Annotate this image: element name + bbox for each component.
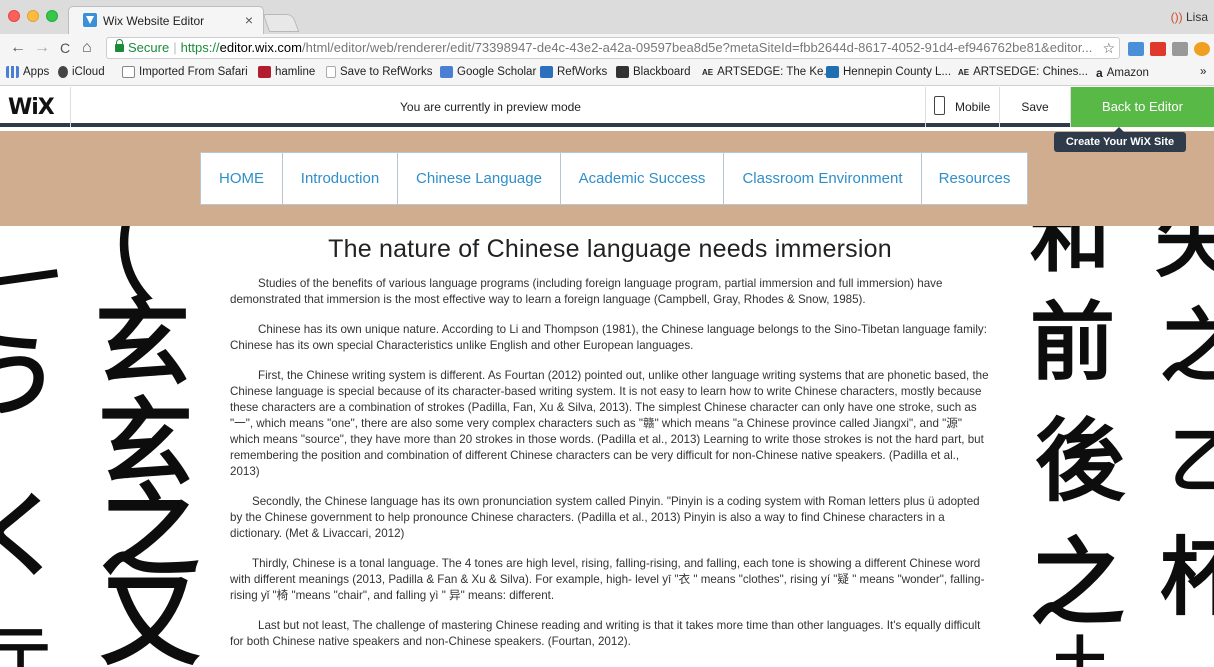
- article: The nature of Chinese language needs imm…: [230, 226, 990, 650]
- bookmark-amazon[interactable]: a Amazon: [1096, 66, 1149, 80]
- paragraph-tonal-language: Thirdly, Chinese is a tonal language. Th…: [230, 557, 985, 602]
- calligraphy-stroke-right-2: 土: [1050, 631, 1110, 667]
- reload-icon[interactable]: C: [60, 40, 70, 56]
- nav-classroom-environment[interactable]: Classroom Environment: [724, 153, 922, 204]
- new-tab-button[interactable]: [262, 14, 300, 32]
- artsedge-icon: AE: [702, 67, 714, 77]
- bookmark-imported-from-safari[interactable]: Imported From Safari: [122, 66, 248, 78]
- page-content: 一 乀 玄 う 玄 之 く 又 亍 The nature of Chinese …: [0, 226, 1214, 667]
- calligraphy-glyph-right-7: 杯: [1160, 528, 1214, 628]
- nav-introduction[interactable]: Introduction: [283, 153, 398, 204]
- address-bar[interactable]: Secure | https://editor.wix.com/html/edito…: [106, 37, 1120, 59]
- bookmark-star-icon[interactable]: ☆: [1102, 38, 1115, 58]
- extension-new-icon[interactable]: [1150, 42, 1166, 56]
- calligraphy-stroke-right-1: 乙: [1170, 419, 1214, 502]
- calligraphy-stroke-left-4: く: [0, 483, 65, 589]
- paragraph-writing-system: First, the Chinese writing system is dif…: [230, 369, 989, 478]
- secure-label: Secure: [128, 40, 170, 55]
- profile-name: Lisa: [1185, 10, 1208, 24]
- bookmark-artsedge-kennedy[interactable]: AE ARTSEDGE: The Ke...: [702, 66, 833, 78]
- scholar-icon: [440, 66, 453, 78]
- paragraph-immersion-benefits: Studies of the benefits of various langu…: [230, 277, 943, 306]
- create-site-tooltip[interactable]: Create Your WiX Site: [1054, 127, 1186, 152]
- home-icon[interactable]: ⌂: [82, 39, 92, 57]
- paragraph-pinyin: Secondly, the Chinese language has its o…: [230, 495, 980, 540]
- maximize-window-button[interactable]: [46, 10, 58, 22]
- calligraphy-glyph-right-6: 之: [1030, 528, 1126, 639]
- url-host: editor.wix.com: [219, 40, 302, 55]
- browser-toolbar: ← → C ⌂ Secure | https://editor.wix.com/ht…: [0, 34, 1214, 62]
- bookmark-save-to-refworks[interactable]: Save to RefWorks: [326, 66, 432, 78]
- refworks-icon: [540, 66, 553, 78]
- bookmark-hamline[interactable]: hamline: [258, 66, 315, 78]
- calligraphy-stroke-left-5: 亍: [0, 621, 50, 667]
- nav-resources[interactable]: Resources: [922, 153, 1027, 204]
- minimize-window-button[interactable]: [27, 10, 39, 22]
- amazon-icon: a: [1096, 66, 1103, 80]
- tab-title: Wix Website Editor: [103, 14, 205, 28]
- site-navigation: HOME Introduction Chinese Language Acade…: [200, 152, 1028, 205]
- calligraphy-glyph-right-2: 矢: [1155, 226, 1214, 288]
- bookmark-artsedge-chinese[interactable]: AE ARTSEDGE: Chines...: [958, 66, 1088, 78]
- apple-icon: [58, 66, 68, 78]
- calligraphy-glyph-right-1: 和: [1030, 226, 1110, 283]
- paragraph-unique-nature: Chinese has its own unique nature. Accor…: [230, 323, 987, 352]
- wix-favicon-icon: [83, 13, 97, 27]
- extension-off-icon[interactable]: [1128, 42, 1144, 56]
- blackboard-icon: [616, 66, 629, 78]
- tab-close-icon[interactable]: ×: [245, 12, 253, 28]
- calligraphy-glyph-left-4: 又: [100, 562, 200, 667]
- bookmarks-overflow-icon[interactable]: »: [1200, 66, 1206, 78]
- lock-icon: [115, 39, 124, 52]
- page-title: The nature of Chinese language needs imm…: [328, 235, 892, 263]
- calligraphy-glyph-right-4: 之: [1160, 299, 1214, 393]
- browser-tab[interactable]: Wix Website Editor ×: [68, 6, 264, 34]
- bookmark-blackboard[interactable]: Blackboard: [616, 66, 691, 78]
- bookmarks-bar: Apps iCloud Imported From Safari hamline…: [0, 62, 1214, 86]
- close-window-button[interactable]: [8, 10, 20, 22]
- bookmark-icloud[interactable]: iCloud: [58, 66, 105, 78]
- url-path: /html/editor/web/renderer/edit/73398947-…: [302, 40, 1093, 55]
- artsedge-icon: AE: [958, 67, 970, 77]
- calligraphy-glyph-right-5: 後: [1035, 408, 1125, 514]
- calligraphy-glyph-right-3: 前: [1030, 293, 1116, 393]
- page-icon: [326, 66, 336, 78]
- hamline-icon: [258, 66, 271, 78]
- calligraphy-stroke-left-3: う: [0, 323, 60, 429]
- extension-square-icon[interactable]: [1172, 42, 1188, 56]
- wix-logo[interactable]: WiX: [8, 95, 55, 120]
- nav-chinese-language[interactable]: Chinese Language: [398, 153, 561, 204]
- mobile-view-button[interactable]: Mobile: [925, 87, 1000, 127]
- forward-arrow-icon[interactable]: →: [34, 39, 50, 57]
- mobile-phone-icon: [934, 96, 945, 115]
- bookmark-refworks[interactable]: RefWorks: [540, 66, 607, 78]
- browser-tab-bar: Wix Website Editor × ()) Lisa: [0, 0, 1214, 34]
- divider: [70, 87, 71, 127]
- mobile-label: Mobile: [955, 100, 991, 114]
- save-button[interactable]: Save: [1000, 87, 1071, 127]
- nav-home[interactable]: HOME: [201, 153, 283, 204]
- calligraphy-stroke-left-1: 一: [0, 234, 66, 327]
- profile-button[interactable]: ()) Lisa: [1171, 10, 1208, 24]
- wix-preview-bar: WiX You are currently in preview mode Mo…: [0, 87, 1214, 127]
- back-to-editor-button[interactable]: Back to Editor: [1071, 87, 1214, 127]
- apps-grid-icon: [6, 66, 19, 78]
- extension-circle-icon[interactable]: [1194, 42, 1210, 56]
- bookmark-google-scholar[interactable]: Google Scholar: [440, 66, 536, 78]
- bookmark-apps[interactable]: Apps: [6, 66, 49, 78]
- paragraph-challenge: Last but not least, The challenge of mas…: [230, 619, 981, 648]
- profile-icon: ()): [1170, 10, 1183, 24]
- folder-icon: [122, 66, 135, 78]
- bookmark-hennepin-county[interactable]: Hennepin County L...: [826, 66, 951, 78]
- back-arrow-icon[interactable]: ←: [10, 39, 26, 57]
- url-scheme: https://: [180, 40, 220, 55]
- calligraphy-glyph-left-1: 玄: [95, 288, 191, 399]
- hennepin-icon: [826, 66, 839, 78]
- preview-mode-message: You are currently in preview mode: [400, 100, 581, 114]
- nav-academic-success[interactable]: Academic Success: [561, 153, 724, 204]
